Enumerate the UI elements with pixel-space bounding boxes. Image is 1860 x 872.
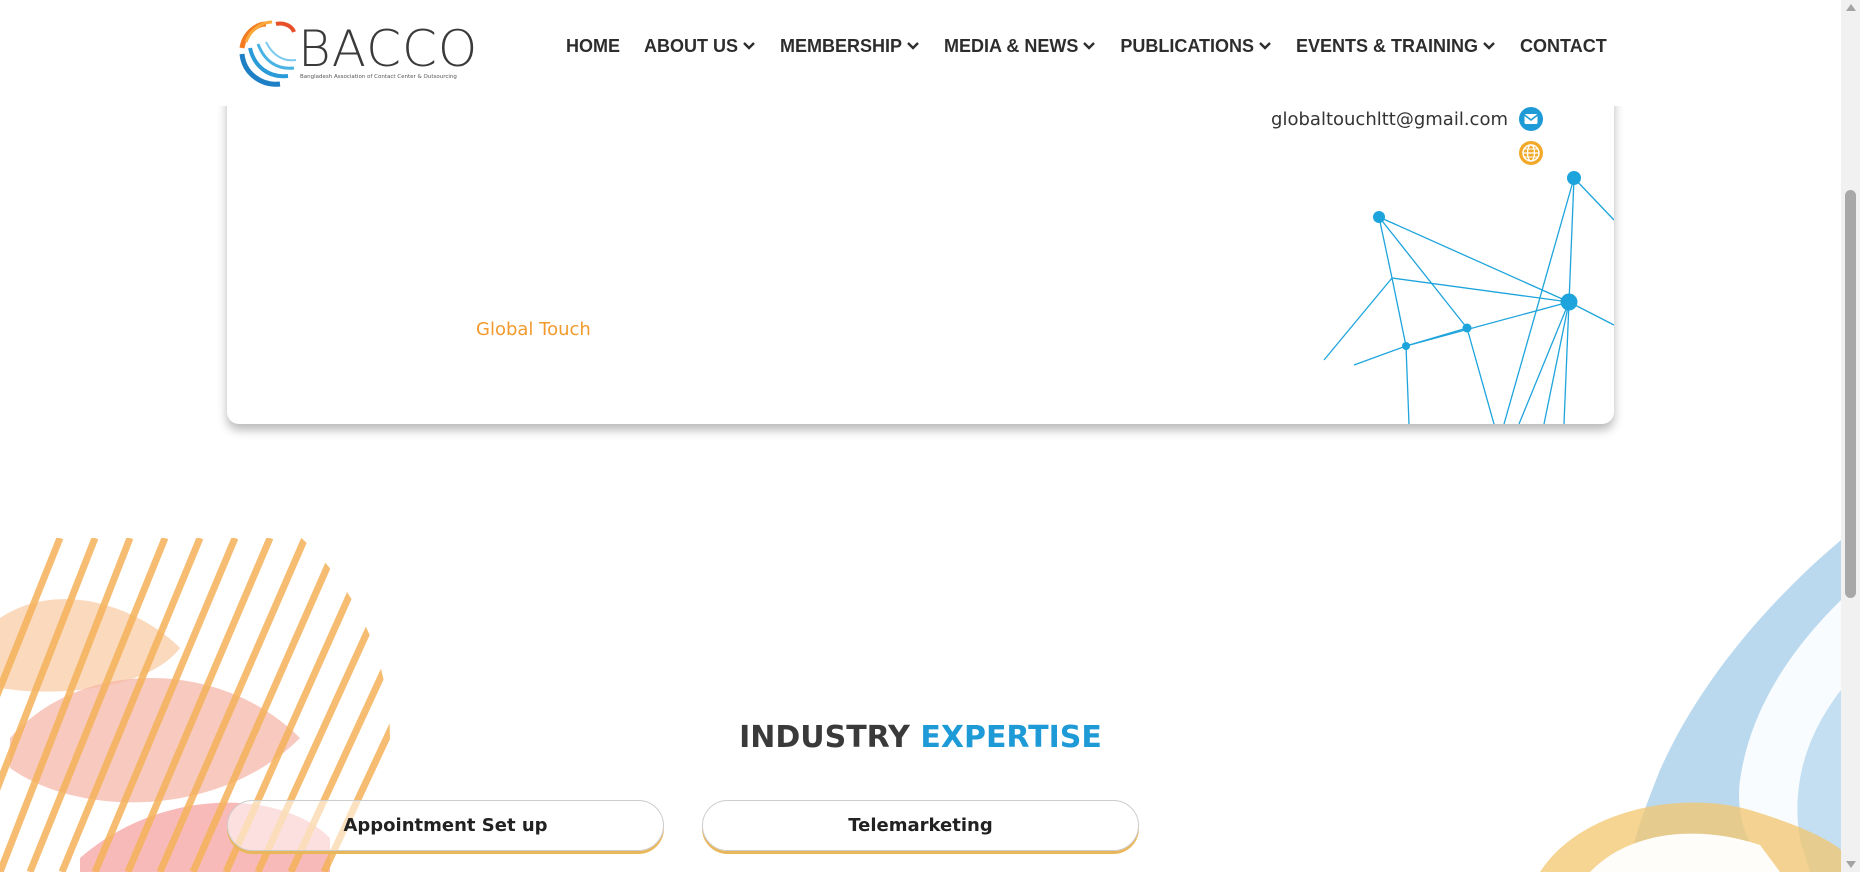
mail-icon[interactable] <box>1518 106 1544 132</box>
decorative-shapes-right <box>1540 540 1841 872</box>
scroll-down-arrow-icon[interactable] <box>1846 861 1856 868</box>
chevron-down-icon <box>907 42 919 50</box>
nav-contact[interactable]: CONTACT <box>1520 36 1607 57</box>
nav-about-us-label: ABOUT US <box>644 35 738 56</box>
bacco-logo-mark-icon <box>239 20 297 87</box>
nav-events-training[interactable]: EVENTS & TRAINING <box>1296 36 1496 57</box>
main-nav: HOME ABOUT US MEMBERSHIP MEDIA & NEWS PU… <box>566 34 1607 58</box>
scrollbar-thumb[interactable] <box>1845 190 1856 598</box>
nav-media-news-label: MEDIA & NEWS <box>944 35 1079 56</box>
page-scrollbar[interactable] <box>1841 0 1860 872</box>
member-email[interactable]: globaltouchltt@gmail.com <box>1271 109 1508 130</box>
chevron-down-icon <box>1083 42 1096 50</box>
bacco-logo[interactable]: BACCO Bangladesh Association of Contact … <box>236 18 477 88</box>
industry-expertise-heading: INDUSTRY EXPERTISE <box>0 720 1841 755</box>
nav-home-label: HOME <box>566 35 620 56</box>
nav-home[interactable]: HOME <box>566 36 620 57</box>
chevron-down-icon <box>1259 42 1271 50</box>
site-header: BACCO Bangladesh Association of Contact … <box>0 0 1841 106</box>
nav-events-training-label: EVENTS & TRAINING <box>1296 35 1479 56</box>
nav-publications-label: PUBLICATIONS <box>1120 35 1255 56</box>
nav-membership-label: MEMBERSHIP <box>780 35 903 56</box>
email-row: globaltouchltt@gmail.com <box>1271 106 1544 132</box>
scroll-up-arrow-icon[interactable] <box>1846 4 1856 11</box>
nav-about-us[interactable]: ABOUT US <box>644 36 756 57</box>
nav-membership[interactable]: MEMBERSHIP <box>780 36 920 57</box>
nav-media-news[interactable]: MEDIA & NEWS <box>944 36 1096 57</box>
network-graphic <box>1323 171 1614 424</box>
expertise-pill-appointment[interactable]: Appointment Set up <box>227 800 664 851</box>
bacco-logo-text: BACCO <box>298 20 479 78</box>
nav-contact-label: CONTACT <box>1520 35 1607 56</box>
nav-publications[interactable]: PUBLICATIONS <box>1120 36 1272 57</box>
chevron-down-icon <box>1483 42 1495 50</box>
company-name: Global Touch <box>476 319 591 340</box>
expertise-pill-telemarketing[interactable]: Telemarketing <box>702 800 1139 851</box>
heading-part-2: EXPERTISE <box>920 720 1102 755</box>
chevron-down-icon <box>743 42 755 50</box>
bacco-logo-tagline: Bangladesh Association of Contact Center… <box>300 74 457 80</box>
heading-part-1: INDUSTRY <box>739 720 910 755</box>
